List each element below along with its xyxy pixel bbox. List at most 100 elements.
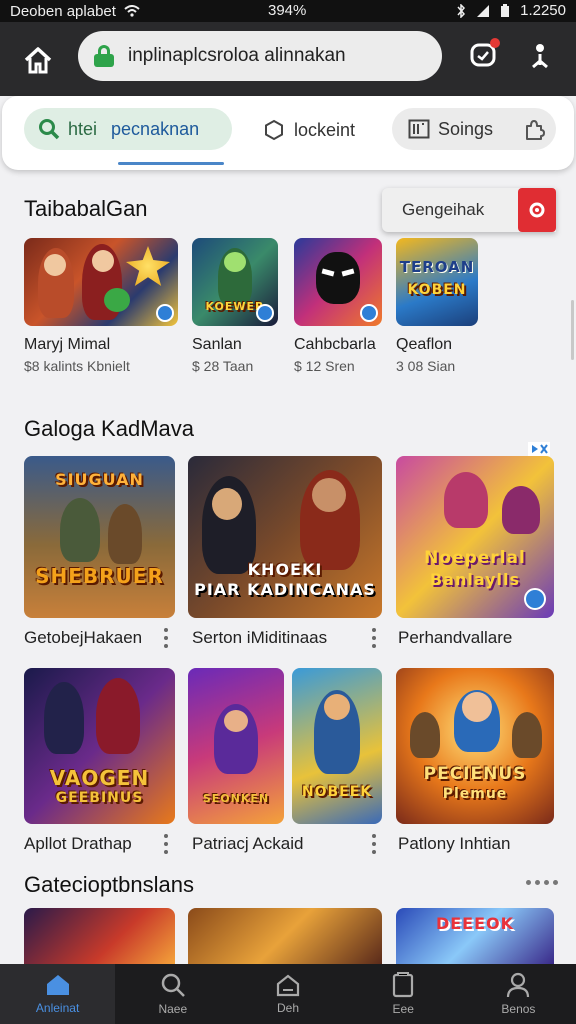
nav-notes[interactable]: Eee: [346, 964, 461, 1024]
clock: 1.2250: [520, 2, 566, 19]
app-meta: $ 28 Taan: [192, 358, 254, 374]
game-card[interactable]: DEEEOK: [396, 908, 554, 964]
url-bar[interactable]: inplinaplcsroloa alinnakan: [78, 31, 442, 81]
game-card[interactable]: KHOEKI PIAR KADINCANAS: [188, 456, 382, 618]
home-icon: [24, 47, 52, 74]
search-icon: [39, 119, 60, 140]
nav-search-label: Naee: [158, 1002, 188, 1016]
app-meta: $8 kalints Kbnielt: [24, 358, 130, 374]
app-name[interactable]: Sanlan: [192, 336, 242, 354]
card-art-text: SHEBRUER: [35, 564, 164, 588]
tab-search-sublabel: pecnaknan: [111, 118, 200, 139]
more-options-icon[interactable]: [162, 628, 170, 648]
badge-icon: [360, 304, 378, 322]
card-title[interactable]: Serton iMiditinaas: [192, 628, 327, 648]
tab-settings[interactable]: Soings: [392, 108, 556, 150]
app-name[interactable]: Cahbcbarla: [294, 336, 376, 354]
battery-icon: [501, 3, 510, 17]
app-icon[interactable]: TEROAN KOBEN: [396, 238, 478, 326]
tab-lock-label: lockeint: [294, 119, 356, 140]
nav-library-label: Deh: [277, 1001, 300, 1015]
game-card[interactable]: [188, 908, 382, 964]
account-menu-button[interactable]: [524, 38, 556, 74]
app-icon-art-text: TEROAN: [399, 258, 475, 276]
section-title-2: Galoga KadMava: [24, 416, 194, 441]
bottom-navigation: Anleinat Naee Deh Eee Benos: [0, 964, 576, 1024]
list-box-icon: [408, 119, 430, 139]
hexagon-icon: [265, 119, 283, 141]
card-art-text: KHOEKI: [247, 560, 323, 579]
card-art-text: Banlaylls: [429, 570, 521, 589]
card-art-text: Plemue: [442, 786, 508, 802]
card-art-text: DEEEOK: [435, 914, 515, 933]
wifi-icon: [124, 5, 140, 17]
house-outline-icon: [276, 974, 300, 997]
carrier-text: Deoben aplabet: [10, 2, 116, 20]
card-title[interactable]: Patlony Inhtian: [398, 834, 510, 854]
nav-profile-label: Benos: [501, 1002, 536, 1016]
card-title[interactable]: Apllot Drathap: [24, 834, 132, 854]
tab-settings-label: Soings: [438, 118, 494, 139]
tab-search-label: htei: [68, 118, 98, 139]
game-card[interactable]: PECIENUS Plemue: [396, 668, 554, 824]
section-title-1: TaibabalGan: [24, 196, 148, 221]
status-bar: Deoben aplabet 394% 1.2250: [0, 0, 576, 22]
nav-notes-label: Eee: [392, 1002, 414, 1016]
bluetooth-icon: [457, 3, 466, 18]
home-icon: [46, 975, 69, 995]
lock-icon: [94, 45, 114, 67]
nav-home[interactable]: Anleinat: [0, 964, 116, 1024]
home-button[interactable]: [18, 40, 58, 80]
card-art-text: SIUGUAN: [55, 470, 144, 489]
signal-icon: [477, 4, 490, 17]
card-art-text: PIAR KADINCANAS: [194, 580, 376, 599]
card-art-text: Noeperlal: [424, 548, 526, 568]
app-icon-art-text: KOBEN: [407, 282, 467, 298]
app-icon[interactable]: KOEWER: [192, 238, 278, 326]
search-icon: [161, 973, 185, 997]
category-tabs: htei pecnaknan lockeint Soings: [2, 96, 574, 170]
search-pill-label: Gengeihak: [402, 200, 485, 219]
notifications-button[interactable]: [466, 38, 502, 74]
nav-profile[interactable]: Benos: [461, 964, 576, 1024]
section-title-3: Gatecioptbnslans: [24, 872, 194, 897]
card-title[interactable]: Perhandvallare: [398, 628, 512, 648]
game-card[interactable]: SIUGUAN SHEBRUER: [24, 456, 175, 618]
tab-lock[interactable]: lockeint: [264, 110, 355, 150]
document-icon: [393, 972, 414, 998]
nav-library[interactable]: Deh: [230, 964, 345, 1024]
game-card[interactable]: VAOGEN GEEBINUS: [24, 668, 175, 824]
more-options-icon[interactable]: [370, 628, 378, 648]
game-card[interactable]: Noeperlal Banlaylls: [396, 456, 554, 618]
card-art-text: NOBEEK: [301, 784, 373, 800]
card-art-text: PECIENUS: [423, 764, 527, 784]
settings-cog-icon: [529, 202, 545, 218]
app-name[interactable]: Qeaflon: [396, 336, 452, 354]
person-icon: [532, 44, 548, 69]
card-title[interactable]: GetobejHakaen: [24, 628, 142, 648]
card-art-text: GEEBINUS: [55, 790, 144, 806]
app-name[interactable]: Maryj Mimal: [24, 336, 110, 354]
more-options-icon[interactable]: [162, 834, 170, 854]
card-art-text: SEONKEN: [202, 792, 270, 805]
battery-percent: 394%: [268, 2, 307, 19]
active-tab-indicator: [118, 162, 224, 165]
search-pill[interactable]: Gengeihak: [382, 188, 556, 232]
search-pill-action[interactable]: [518, 188, 556, 232]
more-options-icon[interactable]: [370, 834, 378, 854]
badge-icon: [256, 304, 274, 322]
scrollbar[interactable]: [571, 300, 574, 360]
badge-icon: [156, 304, 174, 322]
game-card[interactable]: NOBEEK: [292, 668, 382, 824]
ad-choices-icon[interactable]: [528, 442, 550, 456]
game-card[interactable]: SEONKEN: [188, 668, 284, 824]
puzzle-icon[interactable]: [522, 118, 546, 142]
app-icon[interactable]: [294, 238, 382, 326]
nav-search[interactable]: Naee: [115, 964, 230, 1024]
tab-search[interactable]: htei pecnaknan: [24, 108, 232, 150]
section-more-icon[interactable]: [526, 880, 558, 885]
app-icon[interactable]: [24, 238, 178, 326]
game-card[interactable]: [24, 908, 175, 964]
card-title[interactable]: Patriacj Ackaid: [192, 834, 304, 854]
app-meta: $ 12 Sren: [294, 358, 355, 374]
